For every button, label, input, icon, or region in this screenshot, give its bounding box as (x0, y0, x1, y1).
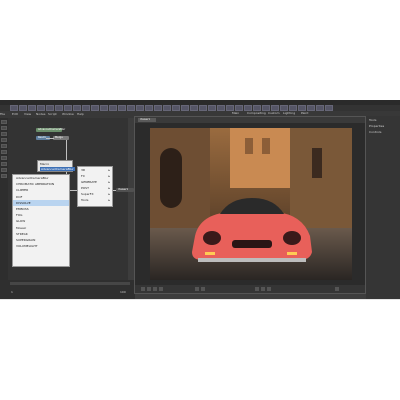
wire (66, 140, 67, 178)
tool-icon[interactable] (1, 138, 7, 142)
fit-button[interactable] (201, 287, 205, 291)
loop-button[interactable] (159, 287, 163, 291)
tool-icon[interactable] (1, 126, 7, 130)
settings-icon[interactable] (335, 287, 339, 291)
panel-label[interactable]: Tools (369, 118, 376, 122)
menu-item[interactable]: Help (77, 112, 84, 116)
tool-icon[interactable] (1, 162, 7, 166)
tool-icon[interactable] (1, 168, 7, 172)
menu-item[interactable]: Edit (12, 112, 18, 116)
right-panel: Tools Properties Controls (366, 116, 400, 299)
timeline-bar[interactable] (10, 282, 130, 285)
context-menu-title: Macro (40, 162, 50, 166)
submenu-item-label: POST (81, 186, 89, 190)
menu-item[interactable]: View (24, 112, 31, 116)
node[interactable]: AdvancedCameraBlur (36, 128, 65, 132)
submenu-item-label: Tools (81, 198, 89, 202)
view-label[interactable]: Lighting (283, 111, 295, 115)
viewer-controls (135, 285, 365, 293)
rendered-image (150, 128, 352, 280)
tool-icon[interactable] (1, 156, 7, 160)
timeline[interactable]: 1 100 (0, 280, 135, 299)
context-menu-value[interactable]: AdvancedCameraBlur (40, 167, 75, 171)
zoom-button[interactable] (195, 287, 199, 291)
menu-item[interactable]: File (0, 112, 5, 116)
context-menu-header: Macro AdvancedCameraBlur (37, 160, 75, 172)
viewer-panel: Viewer1 (134, 116, 366, 294)
submenu-item-label: FX (81, 174, 85, 178)
play-button[interactable] (141, 287, 145, 291)
car-photo-icon (150, 128, 352, 280)
channel-button[interactable] (267, 287, 271, 291)
menu-item[interactable]: Window (62, 112, 74, 116)
viewer-tab[interactable]: Viewer1 (138, 118, 156, 122)
chevron-right-icon: ▸ (108, 198, 110, 202)
view-label[interactable]: Compositing (247, 111, 266, 115)
submenu-item-label: SuperFX (81, 192, 94, 196)
tool-icon[interactable] (1, 144, 7, 148)
view-label[interactable]: Custom (268, 111, 280, 115)
menu-item[interactable]: Nodes (36, 112, 45, 116)
menu-item[interactable]: VOLUMELIGHT (13, 243, 69, 249)
submenu: 3D ▸ FX ▸ GENERATE ▸ POST ▸ SuperFX ▸ Tools ▸ (77, 166, 113, 207)
step-button[interactable] (147, 287, 151, 291)
node[interactable]: Viewer1 (116, 188, 134, 192)
wire (46, 138, 54, 139)
panel-label[interactable]: Controls (369, 130, 381, 134)
view-label[interactable]: Paint (301, 111, 308, 115)
timeline-end: 100 (120, 290, 126, 294)
left-tool-strip (0, 118, 8, 288)
timeline-start: 1 (11, 290, 13, 294)
view-label[interactable]: Main (232, 111, 239, 115)
context-menu: AdvancedCameraBlur CHROMATIC ABERRATION … (12, 174, 70, 267)
submenu-item[interactable]: Tools ▸ (78, 197, 112, 203)
panel-label[interactable]: Properties (369, 124, 384, 128)
channel-button[interactable] (255, 287, 259, 291)
tool-icon[interactable] (1, 174, 7, 178)
submenu-item-label: GENERATE (81, 180, 97, 184)
divider (0, 299, 400, 300)
submenu-item-label: 3D (81, 168, 86, 172)
node[interactable]: Merge (53, 136, 69, 140)
step-button[interactable] (153, 287, 157, 291)
tool-icon[interactable] (1, 150, 7, 154)
tool-icon[interactable] (1, 132, 7, 136)
application-window: File Edit View Nodes Script Window Help … (0, 100, 400, 299)
menu-item[interactable]: Script (48, 112, 57, 116)
channel-button[interactable] (261, 287, 265, 291)
tool-icon[interactable] (1, 120, 7, 124)
viewer-header: Viewer1 (135, 117, 365, 123)
